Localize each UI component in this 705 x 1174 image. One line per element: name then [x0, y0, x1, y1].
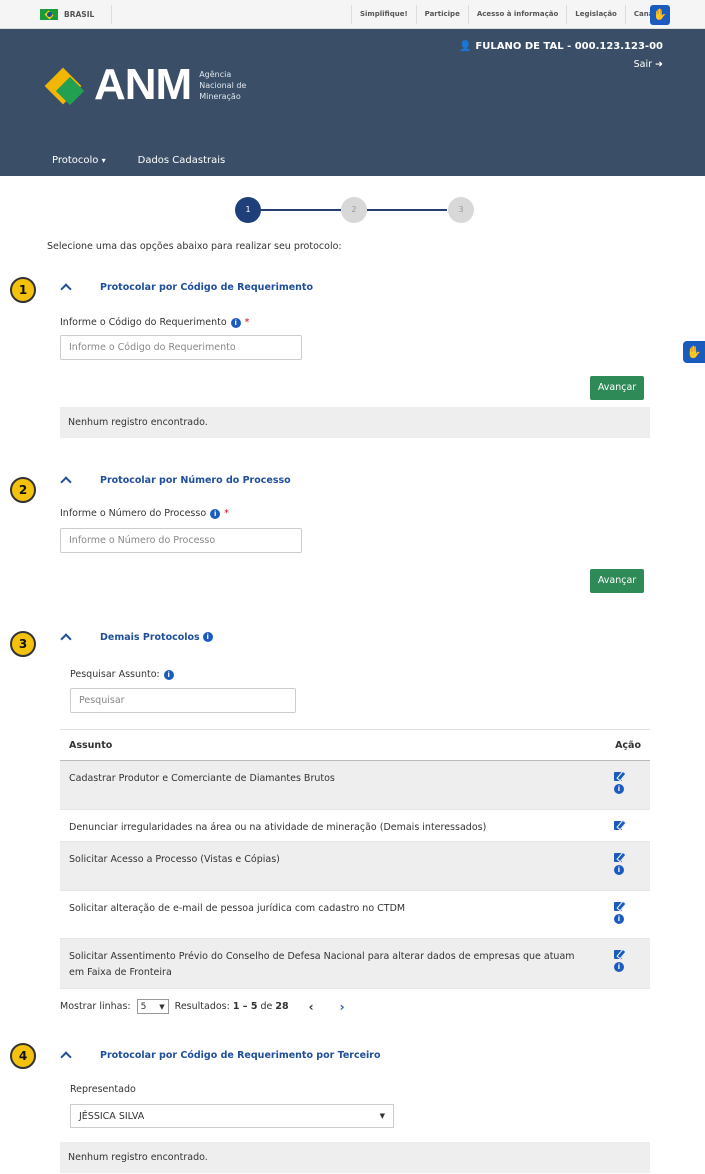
section-2-header[interactable]: Protocolar por Número do Processo	[60, 474, 291, 488]
chevron-up-icon	[60, 476, 72, 488]
pesquisar-input[interactable]: Pesquisar	[70, 688, 296, 713]
info-icon[interactable]: i	[614, 962, 624, 972]
vlibras-side-icon[interactable]: ✋	[683, 341, 705, 363]
section-4-header[interactable]: Protocolar por Código de Requerimento po…	[60, 1049, 381, 1063]
site-header: 👤 FULANO DE TAL - 000.123.123-00 Sair ➜ …	[0, 29, 705, 176]
table-row: Cadastrar Produtor e Comerciante de Diam…	[60, 761, 650, 810]
section-3-title: Demais Protocolos	[100, 631, 200, 643]
info-icon[interactable]: i	[614, 914, 624, 924]
numero-processo-input[interactable]: Informe o Número do Processo	[60, 528, 302, 553]
chevron-up-icon	[60, 633, 72, 645]
anm-diamond-icon	[44, 67, 94, 106]
gov-link-simplifique[interactable]: Simplifique!	[350, 5, 416, 24]
gov-bar: BRASIL Simplifique! Participe Acesso à i…	[0, 0, 705, 29]
menu-dados-cadastrais[interactable]: Dados Cadastrais	[138, 155, 226, 166]
brasil-link[interactable]: BRASIL	[30, 5, 112, 24]
edit-icon[interactable]	[613, 820, 625, 830]
next-page-icon[interactable]: ›	[340, 1000, 345, 1014]
logo-text: ANM	[94, 60, 192, 109]
chevron-up-icon	[60, 283, 72, 295]
section-4-badge: 4	[10, 1043, 36, 1069]
edit-icon[interactable]	[613, 901, 625, 911]
brasil-label: BRASIL	[64, 10, 95, 19]
avancar-button-1[interactable]: Avançar	[590, 376, 644, 400]
rows-label: Mostrar linhas:	[60, 1001, 131, 1012]
logout-icon: ➜	[655, 59, 663, 70]
main-menu: Protocolo ▾ Dados Cadastrais	[0, 145, 705, 176]
stepper: 1 2 3	[235, 197, 475, 223]
step-3: 3	[448, 197, 474, 223]
step-1: 1	[235, 197, 261, 223]
section-2-title: Protocolar por Número do Processo	[100, 474, 291, 486]
section-4-title: Protocolar por Código de Requerimento po…	[100, 1049, 381, 1061]
info-icon[interactable]: i	[163, 669, 174, 680]
section-3-badge: 3	[10, 631, 36, 657]
processo-label: Informe o Número do Processo i *	[60, 508, 229, 519]
section-1-badge: 1	[10, 277, 36, 303]
edit-icon[interactable]	[613, 852, 625, 862]
logout-label: Sair	[633, 59, 652, 70]
row-subject: Cadastrar Produtor e Comerciante de Diam…	[69, 773, 335, 784]
empty-message-1: Nenhum registro encontrado.	[60, 407, 650, 438]
codigo-label: Informe o Código do Requerimento i *	[60, 317, 250, 328]
logout-link[interactable]: Sair ➜	[634, 59, 663, 70]
gov-links: Simplifique! Participe Acesso à informaç…	[350, 5, 668, 24]
info-icon[interactable]: i	[202, 632, 213, 642]
assuntos-table: Assunto Ação Cadastrar Produtor e Comerc…	[60, 729, 650, 989]
info-icon[interactable]: i	[614, 865, 624, 875]
step-2: 2	[341, 197, 367, 223]
empty-message-4: Nenhum registro encontrado.	[60, 1142, 650, 1173]
info-icon[interactable]: i	[230, 317, 241, 328]
menu-protocolo[interactable]: Protocolo ▾	[52, 155, 106, 166]
table-row: Solicitar Acesso a Processo (Vistas e Có…	[60, 842, 650, 891]
brazil-flag-icon	[40, 9, 58, 20]
edit-icon[interactable]	[613, 949, 625, 959]
representado-label: Representado	[70, 1084, 136, 1095]
pagination: Mostrar linhas: 5 ▼ Resultados: 1 – 5 de …	[60, 999, 345, 1014]
step-connector	[367, 209, 447, 211]
anm-logo[interactable]: ANM Agência Nacional de Mineração	[44, 60, 247, 109]
codigo-requerimento-input[interactable]: Informe o Código do Requerimento	[60, 335, 302, 360]
caret-down-icon: ▼	[379, 1112, 385, 1120]
step-connector	[261, 209, 341, 211]
table-row: Solicitar Assentimento Prévio do Conselh…	[60, 939, 650, 989]
representado-select[interactable]: JÉSSICA SILVA ▼	[70, 1104, 394, 1128]
col-assunto: Assunto	[69, 739, 113, 751]
table-row: Solicitar alteração de e-mail de pessoa …	[60, 891, 650, 939]
vlibras-hands-icon[interactable]: ✋	[650, 5, 670, 25]
chevron-up-icon	[60, 1051, 72, 1063]
row-subject: Solicitar Assentimento Prévio do Conselh…	[69, 951, 575, 978]
pesquisar-label: Pesquisar Assunto: i	[70, 669, 174, 680]
intro-text: Selecione uma das opções abaixo para rea…	[47, 241, 342, 252]
results-text: Resultados: 1 – 5 de 28	[174, 1001, 289, 1012]
user-name: FULANO DE TAL - 000.123.123-00	[475, 41, 663, 52]
section-2-badge: 2	[10, 477, 36, 503]
user-icon: 👤	[458, 41, 472, 52]
col-acao: Ação	[615, 739, 641, 751]
table-row: Denunciar irregularidades na área ou na …	[60, 810, 650, 842]
logo-subtitle: Agência Nacional de Mineração	[199, 69, 247, 101]
representado-value: JÉSSICA SILVA	[79, 1110, 145, 1122]
gov-link-participe[interactable]: Participe	[415, 5, 468, 24]
info-icon[interactable]: i	[210, 508, 221, 519]
gov-link-legislacao[interactable]: Legislação	[566, 5, 625, 24]
user-info[interactable]: 👤 FULANO DE TAL - 000.123.123-00	[459, 41, 663, 52]
caret-down-icon: ▾	[101, 156, 106, 165]
edit-icon[interactable]	[613, 771, 625, 781]
gov-link-acesso[interactable]: Acesso à informação	[467, 5, 566, 24]
row-subject: Denunciar irregularidades na área ou na …	[69, 822, 487, 833]
row-subject: Solicitar Acesso a Processo (Vistas e Có…	[69, 854, 280, 865]
prev-page-icon[interactable]: ‹	[309, 1000, 314, 1014]
section-1-header[interactable]: Protocolar por Código de Requerimento	[60, 281, 313, 295]
info-icon[interactable]: i	[614, 784, 624, 794]
avancar-button-2[interactable]: Avançar	[590, 569, 644, 593]
rows-per-page-select[interactable]: 5 ▼	[136, 999, 169, 1014]
row-subject: Solicitar alteração de e-mail de pessoa …	[69, 903, 406, 914]
section-3-header[interactable]: Demais Protocolos i	[60, 631, 213, 645]
section-1-title: Protocolar por Código de Requerimento	[100, 281, 313, 293]
table-header: Assunto Ação	[60, 729, 650, 761]
